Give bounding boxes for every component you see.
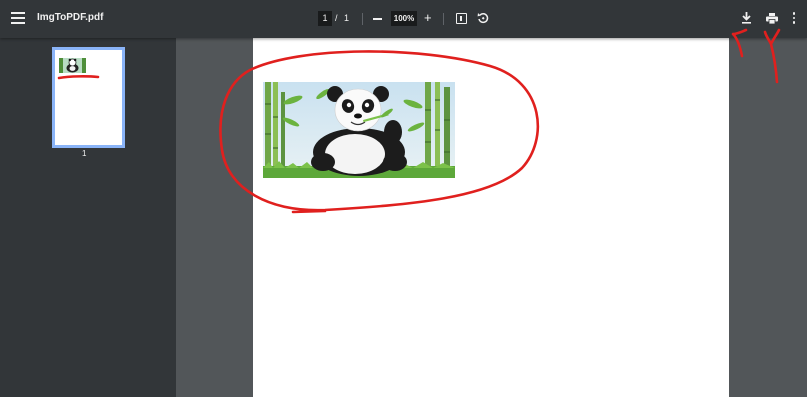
toolbar-divider — [443, 13, 444, 25]
print-icon[interactable] — [766, 13, 778, 24]
thumbnail-page-number: 1 — [82, 149, 87, 158]
zoom-level-input[interactable]: 100% — [391, 11, 417, 26]
toolbar-divider — [362, 13, 363, 25]
page-number-input[interactable]: 1 — [318, 11, 332, 26]
pdf-toolbar: ImgToPDF.pdf 1 / 1 100% + — [0, 0, 807, 38]
download-icon[interactable] — [741, 12, 752, 24]
thumbnail-panda-image — [59, 58, 86, 73]
document-title: ImgToPDF.pdf — [37, 12, 104, 23]
hamburger-menu-icon[interactable] — [11, 12, 25, 24]
page-separator: / — [335, 13, 338, 23]
rotate-counterclockwise-icon[interactable] — [477, 12, 489, 24]
zoom-out-button[interactable] — [373, 18, 382, 20]
zoom-in-button[interactable]: + — [424, 10, 432, 25]
fit-to-page-icon[interactable] — [456, 13, 467, 24]
page-thumbnail[interactable] — [52, 47, 125, 148]
more-vert-icon[interactable] — [792, 12, 796, 25]
total-pages: 1 — [344, 13, 350, 23]
panda-image — [263, 82, 455, 178]
